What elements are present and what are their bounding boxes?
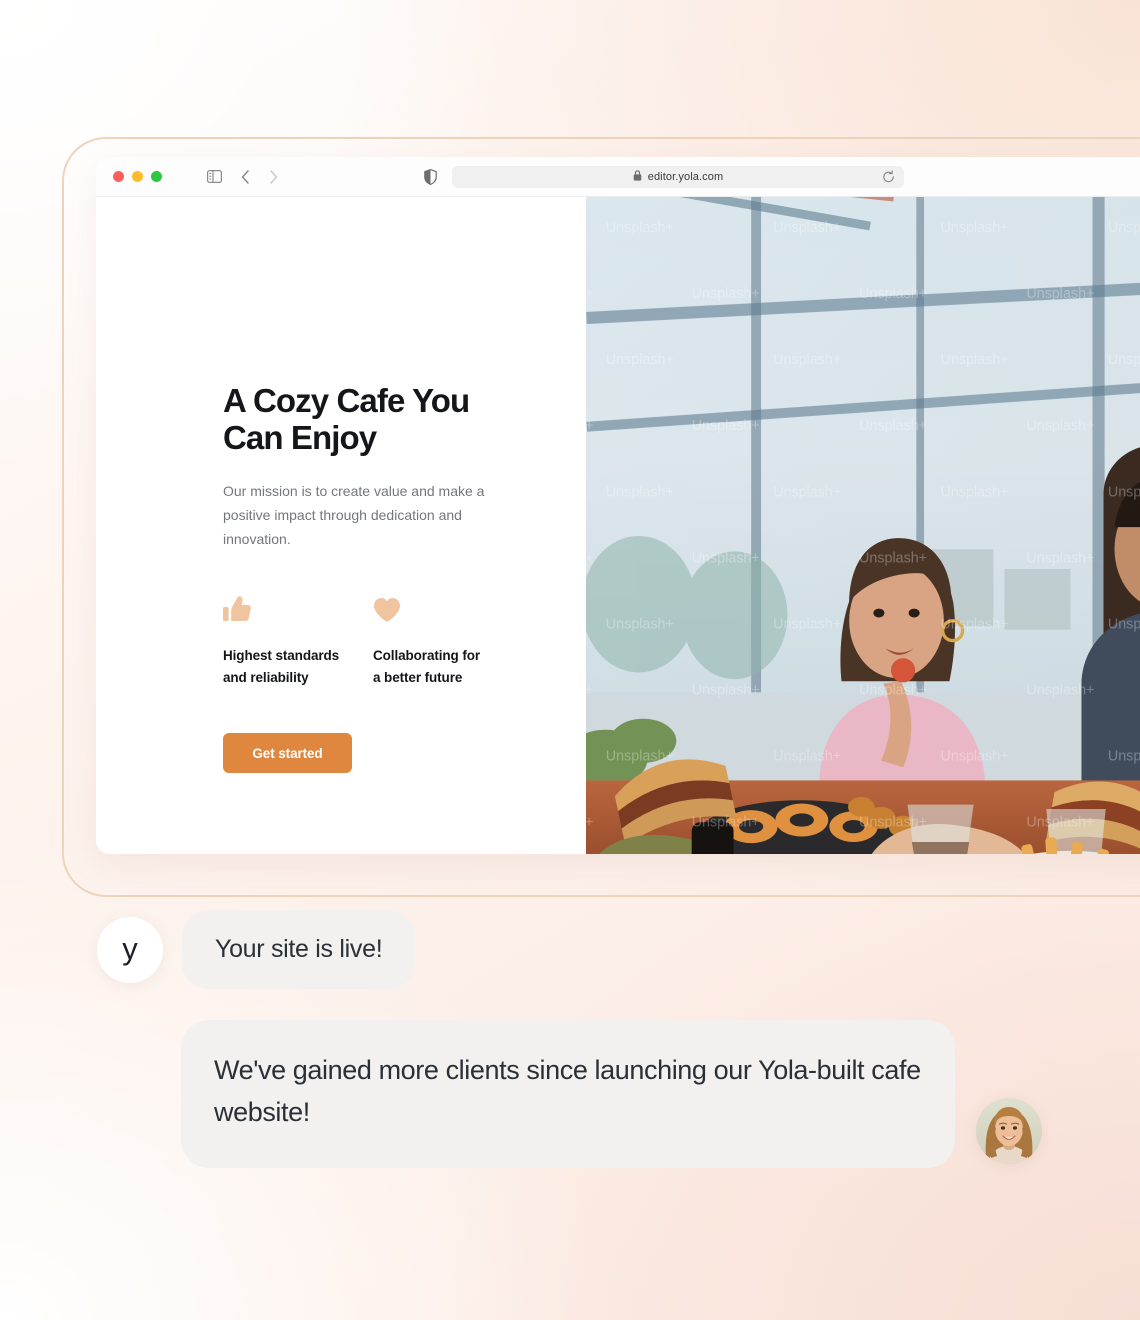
yola-logo-letter: y <box>122 931 138 966</box>
svg-text:Unsplash+: Unsplash+ <box>1026 815 1094 831</box>
svg-text:Unsplash+: Unsplash+ <box>773 352 841 368</box>
svg-text:Unsplash+: Unsplash+ <box>859 550 927 566</box>
svg-text:Unsplash+: Unsplash+ <box>773 749 841 765</box>
address-bar[interactable]: editor.yola.com <box>452 166 904 188</box>
svg-text:Unsplash+: Unsplash+ <box>606 749 674 765</box>
get-started-button[interactable]: Get started <box>223 733 352 774</box>
yola-logo-avatar: y <box>97 916 163 983</box>
page-background: editor.yola.com A Cozy Cafe You Can Enjo… <box>0 0 1140 1320</box>
window-controls[interactable] <box>113 171 162 182</box>
heart-icon <box>373 595 523 623</box>
svg-text:Unsplash+: Unsplash+ <box>692 683 760 699</box>
svg-text:Unsplash+: Unsplash+ <box>606 352 674 368</box>
feature-label: Collaborating for a better future <box>373 647 481 686</box>
reload-icon[interactable] <box>882 170 895 184</box>
svg-text:Unsplash+: Unsplash+ <box>1108 484 1140 500</box>
svg-text:Unsplash+: Unsplash+ <box>1108 749 1140 765</box>
svg-text:Unsplash+: Unsplash+ <box>1108 352 1140 368</box>
browser-toolbar: editor.yola.com <box>96 157 1140 197</box>
svg-text:Unsplash+: Unsplash+ <box>606 616 674 632</box>
sidebar-toggle-icon[interactable] <box>207 170 222 183</box>
site-preview: A Cozy Cafe You Can Enjoy Our mission is… <box>96 197 1140 854</box>
hero-subtitle: Our mission is to create value and make … <box>223 482 485 547</box>
svg-text:Unsplash+: Unsplash+ <box>1026 286 1094 302</box>
thumbs-up-icon <box>223 595 373 623</box>
chat-message-row: y Your site is live! <box>97 910 416 989</box>
svg-text:Unsplash+: Unsplash+ <box>586 418 593 434</box>
svg-text:Unsplash+: Unsplash+ <box>692 286 760 302</box>
navigation-controls <box>207 169 278 184</box>
chat-bubble-testimonial: We've gained more clients since launchin… <box>181 1020 955 1168</box>
client-avatar-artwork <box>976 1097 1042 1164</box>
svg-text:Unsplash+: Unsplash+ <box>692 418 760 434</box>
avatar <box>976 1097 1042 1164</box>
svg-text:Unsplash+: Unsplash+ <box>859 815 927 831</box>
svg-text:Unsplash+: Unsplash+ <box>586 550 593 566</box>
minimize-window-button[interactable] <box>132 171 143 182</box>
svg-text:Unsplash+: Unsplash+ <box>586 815 593 831</box>
svg-text:Unsplash+: Unsplash+ <box>1026 550 1094 566</box>
lock-icon <box>633 168 642 186</box>
svg-text:Unsplash+: Unsplash+ <box>941 352 1009 368</box>
hero-photo: Unsplash+ Unsplash+ Unsplash+ Unsplash+ … <box>586 197 1140 854</box>
svg-text:Unsplash+: Unsplash+ <box>586 286 593 302</box>
svg-text:Unsplash+: Unsplash+ <box>859 286 927 302</box>
maximize-window-button[interactable] <box>151 171 162 182</box>
svg-text:Unsplash+: Unsplash+ <box>1108 616 1140 632</box>
hero-copy: A Cozy Cafe You Can Enjoy Our mission is… <box>223 382 523 774</box>
chat-message-row: We've gained more clients since launchin… <box>181 1020 1042 1168</box>
feature-item: Highest standards and reliability <box>223 595 373 690</box>
svg-text:Unsplash+: Unsplash+ <box>859 418 927 434</box>
svg-text:Unsplash+: Unsplash+ <box>941 220 1009 236</box>
chevron-right-icon[interactable] <box>269 169 278 184</box>
chevron-left-icon[interactable] <box>241 169 250 184</box>
svg-text:Unsplash+: Unsplash+ <box>941 616 1009 632</box>
hero-text-column: A Cozy Cafe You Can Enjoy Our mission is… <box>96 197 586 854</box>
svg-text:Unsplash+: Unsplash+ <box>859 683 927 699</box>
feature-item: Collaborating for a better future <box>373 595 523 690</box>
feature-list: Highest standards and reliability Collab… <box>223 595 523 690</box>
svg-text:Unsplash+: Unsplash+ <box>606 220 674 236</box>
svg-text:Unsplash+: Unsplash+ <box>773 220 841 236</box>
svg-text:Unsplash+: Unsplash+ <box>606 484 674 500</box>
svg-text:Unsplash+: Unsplash+ <box>773 616 841 632</box>
browser-window: editor.yola.com A Cozy Cafe You Can Enjo… <box>96 157 1140 854</box>
svg-text:Unsplash+: Unsplash+ <box>773 484 841 500</box>
shield-icon[interactable] <box>424 168 437 185</box>
svg-text:Unsplash+: Unsplash+ <box>1026 418 1094 434</box>
close-window-button[interactable] <box>113 171 124 182</box>
svg-text:Unsplash+: Unsplash+ <box>1026 683 1094 699</box>
feature-label: Highest standards and reliability <box>223 647 340 686</box>
url-text: editor.yola.com <box>647 171 724 183</box>
svg-text:Unsplash+: Unsplash+ <box>586 683 593 699</box>
chat-bubble-site-live: Your site is live! <box>182 910 416 989</box>
hero-photo-artwork: Unsplash+ Unsplash+ Unsplash+ Unsplash+ … <box>586 197 1140 854</box>
svg-text:Unsplash+: Unsplash+ <box>692 815 760 831</box>
svg-text:Unsplash+: Unsplash+ <box>941 484 1009 500</box>
svg-text:Unsplash+: Unsplash+ <box>1108 220 1140 236</box>
page-title: A Cozy Cafe You Can Enjoy <box>223 382 470 457</box>
svg-text:Unsplash+: Unsplash+ <box>941 749 1009 765</box>
svg-text:Unsplash+: Unsplash+ <box>692 550 760 566</box>
